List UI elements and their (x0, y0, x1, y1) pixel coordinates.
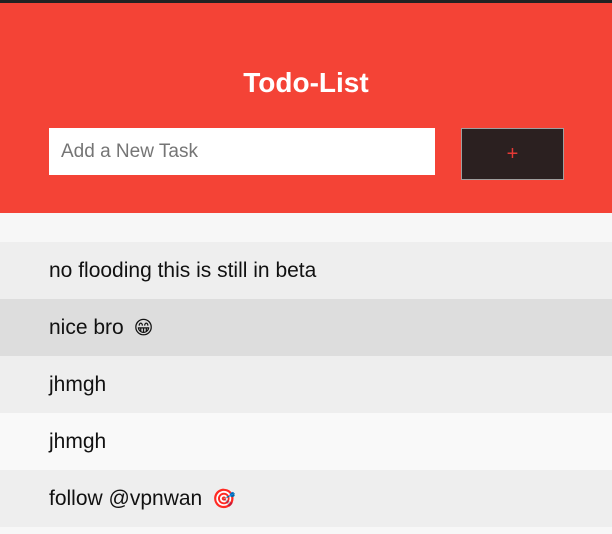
task-item[interactable]: jhmgh (0, 356, 612, 413)
task-text: nice bro (49, 316, 124, 339)
task-text: jhmgh (49, 430, 107, 453)
task-item[interactable]: nice bro 😁 (0, 299, 612, 356)
page-title: Todo-List (243, 67, 369, 98)
new-task-input[interactable] (49, 128, 435, 175)
add-task-button[interactable]: + (461, 128, 564, 180)
header: Todo-List + (0, 3, 612, 213)
task-text: no flooding this is still in beta (49, 259, 317, 282)
task-item[interactable]: jhmgh (0, 413, 612, 470)
task-item[interactable]: follow @vpnwan 🎯 (0, 470, 612, 527)
task-text: jhmgh (49, 373, 107, 396)
task-text: follow @vpnwan (49, 487, 203, 510)
task-item[interactable]: no flooding this is still in beta (0, 242, 612, 299)
task-list: no flooding this is still in beta nice b… (0, 242, 612, 527)
grinning-face-emoji: 😁 (133, 317, 154, 339)
direct-hit-emoji: 🎯 (212, 488, 236, 510)
